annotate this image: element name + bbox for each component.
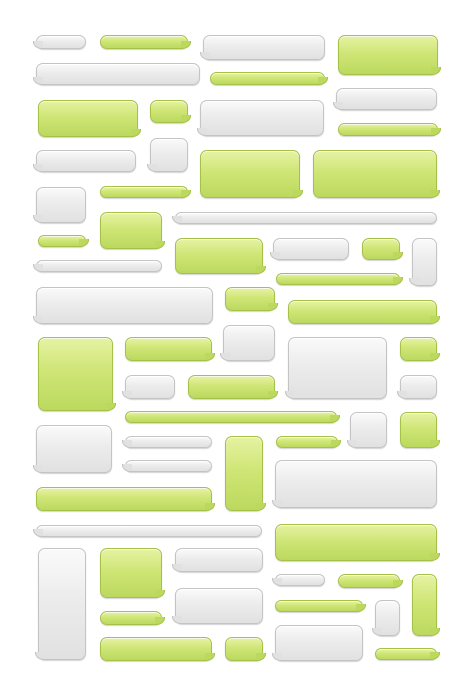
- incoming-chat-bubble: [272, 460, 437, 508]
- incoming-chat-bubble: [409, 238, 437, 286]
- incoming-chat-bubble: [33, 425, 112, 473]
- outgoing-chat-bubble: [100, 212, 165, 249]
- outgoing-chat-bubble: [100, 186, 191, 198]
- outgoing-chat-bubble: [362, 238, 403, 260]
- incoming-chat-bubble: [172, 588, 263, 624]
- incoming-chat-bubble: [33, 187, 86, 223]
- outgoing-chat-bubble: [175, 238, 266, 274]
- outgoing-chat-bubble: [100, 611, 165, 625]
- outgoing-chat-bubble: [275, 600, 366, 612]
- outgoing-chat-bubble: [275, 524, 440, 561]
- outgoing-chat-bubble: [125, 411, 340, 423]
- outgoing-chat-bubble: [400, 337, 440, 361]
- outgoing-chat-bubble: [225, 436, 266, 511]
- outgoing-chat-bubble: [200, 150, 303, 198]
- outgoing-chat-bubble: [225, 637, 266, 661]
- outgoing-chat-bubble: [38, 235, 89, 247]
- outgoing-chat-bubble: [276, 273, 403, 285]
- outgoing-chat-bubble: [288, 300, 440, 324]
- outgoing-chat-bubble: [276, 436, 341, 448]
- incoming-chat-bubble: [33, 287, 213, 324]
- outgoing-chat-bubble: [210, 72, 328, 85]
- outgoing-chat-bubble: [375, 648, 440, 660]
- incoming-chat-bubble: [172, 212, 437, 224]
- outgoing-chat-bubble: [100, 548, 165, 598]
- incoming-chat-bubble: [122, 460, 212, 472]
- incoming-chat-bubble: [272, 574, 325, 586]
- outgoing-chat-bubble: [313, 150, 440, 198]
- incoming-chat-bubble: [200, 35, 325, 60]
- outgoing-chat-bubble: [125, 337, 215, 361]
- incoming-chat-bubble: [220, 325, 275, 361]
- incoming-chat-bubble: [197, 100, 324, 136]
- outgoing-chat-bubble: [38, 100, 141, 137]
- incoming-chat-bubble: [172, 548, 263, 572]
- outgoing-chat-bubble: [338, 35, 441, 75]
- incoming-chat-bubble: [347, 412, 387, 448]
- incoming-chat-bubble: [33, 63, 200, 85]
- outgoing-chat-bubble: [150, 100, 191, 123]
- incoming-chat-bubble: [285, 337, 387, 399]
- outgoing-chat-bubble: [400, 412, 440, 448]
- incoming-chat-bubble: [333, 88, 437, 110]
- outgoing-chat-bubble: [100, 637, 215, 661]
- incoming-chat-bubble: [33, 525, 262, 537]
- incoming-chat-bubble: [35, 548, 86, 660]
- incoming-chat-bubble: [397, 375, 437, 399]
- outgoing-chat-bubble: [38, 337, 116, 411]
- incoming-chat-bubble: [122, 436, 212, 448]
- incoming-chat-bubble: [33, 150, 136, 172]
- outgoing-chat-bubble: [338, 574, 403, 588]
- outgoing-chat-bubble: [412, 574, 440, 636]
- incoming-chat-bubble: [270, 238, 349, 260]
- outgoing-chat-bubble: [36, 487, 215, 511]
- outgoing-chat-bubble: [338, 123, 441, 136]
- incoming-chat-bubble: [33, 35, 86, 49]
- chat-bubble-collage: [0, 0, 475, 700]
- outgoing-chat-bubble: [225, 287, 278, 311]
- outgoing-chat-bubble: [188, 375, 278, 399]
- incoming-chat-bubble: [147, 138, 188, 172]
- incoming-chat-bubble: [122, 375, 175, 399]
- outgoing-chat-bubble: [100, 35, 191, 49]
- incoming-chat-bubble: [372, 600, 400, 636]
- incoming-chat-bubble: [272, 625, 363, 661]
- incoming-chat-bubble: [33, 260, 162, 272]
